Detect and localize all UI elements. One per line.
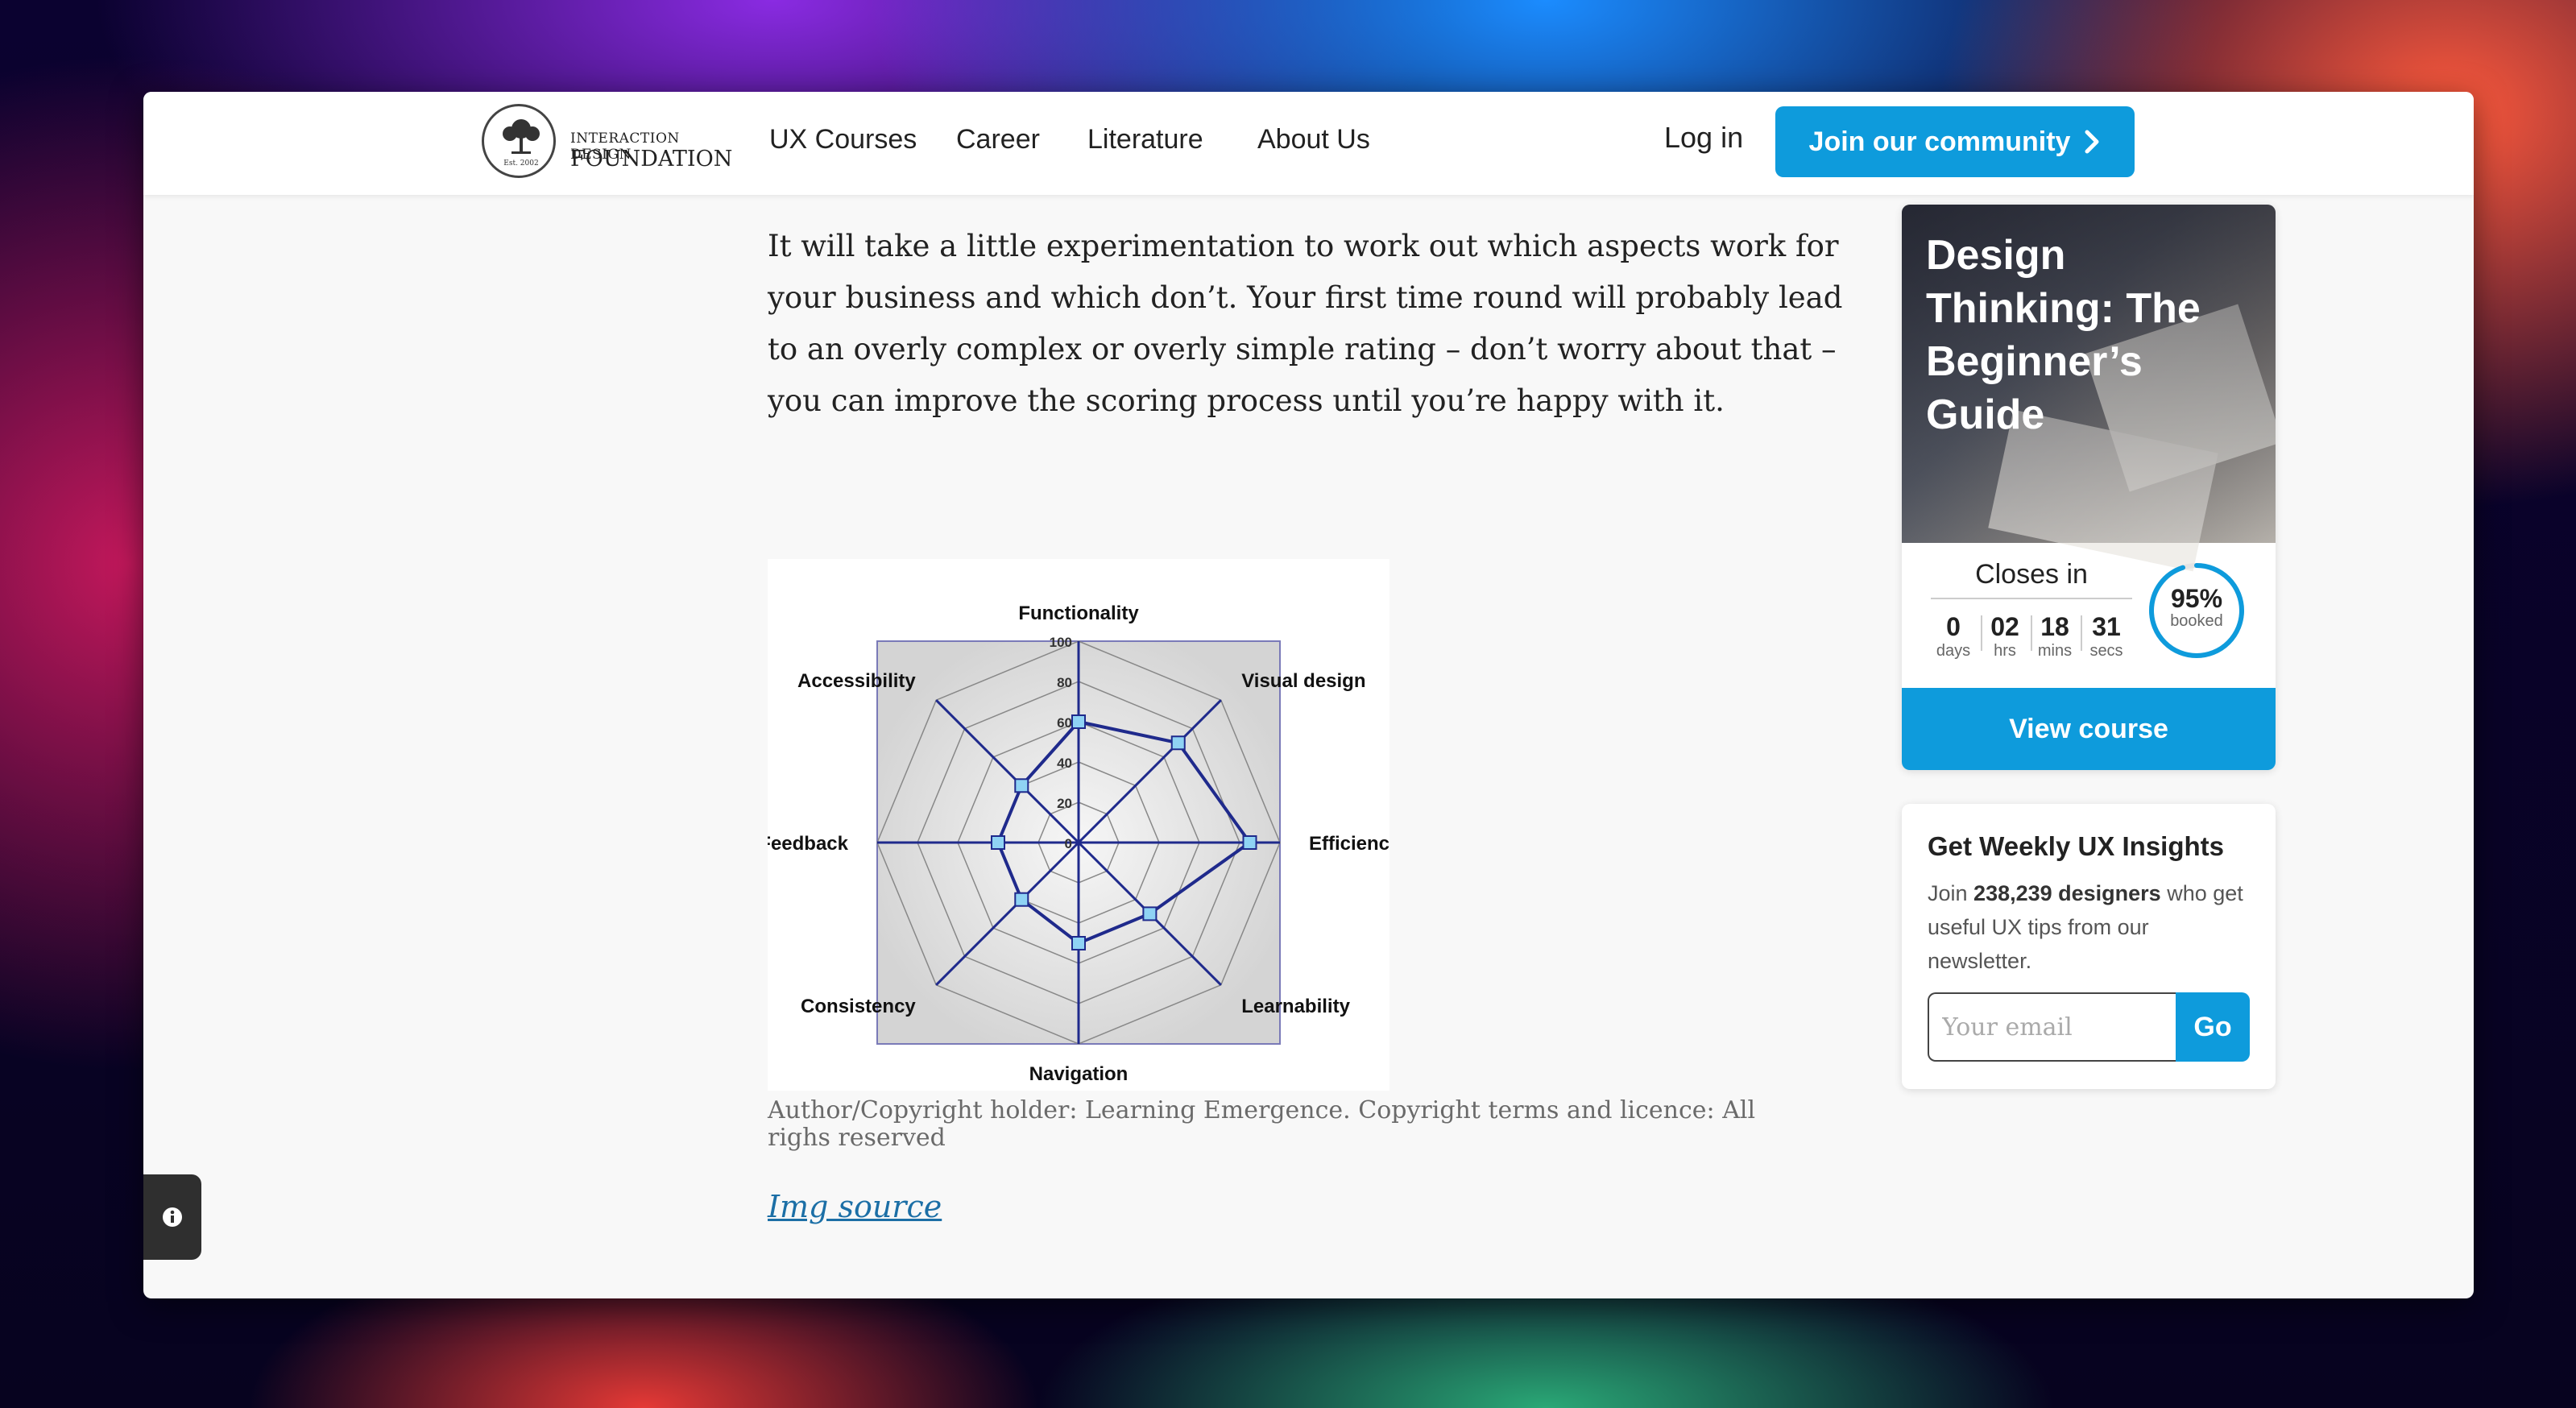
countdown-mins: 18 mins (2031, 612, 2079, 661)
info-icon (163, 1207, 182, 1227)
tick-label: 100 (1050, 635, 1072, 650)
tick-label: 20 (1057, 796, 1072, 811)
data-point (1242, 835, 1257, 850)
tick-label: 40 (1057, 756, 1072, 771)
logo-line2: FOUNDATION (570, 147, 733, 172)
top-nav: Est. 2002 INTERACTION DESIGN FOUNDATION … (143, 92, 2474, 195)
countdown-secs-unit: secs (2089, 642, 2123, 660)
radar-chart-image: 0 20 40 60 80 100 Functionality Visual design E… (759, 559, 1401, 1091)
img-source-link[interactable]: Img source (768, 1189, 942, 1224)
countdown-secs: 31 secs (2082, 612, 2131, 661)
category-label: Efficiency (1309, 833, 1389, 855)
closes-divider (1931, 598, 2132, 599)
newsletter-body: Join 238,239 designers who get useful UX… (1928, 876, 2258, 978)
data-point (1170, 735, 1186, 751)
newsletter-subscriber-count: 238,239 designers (1973, 881, 2161, 905)
category-label: Functionality (1018, 603, 1139, 624)
nav-link-literature[interactable]: Literature (1087, 124, 1203, 155)
tick-label: 0 (1065, 836, 1072, 851)
countdown-mins-unit: mins (2037, 642, 2073, 660)
category-label: Visual design (1241, 670, 1365, 692)
info-button[interactable] (143, 1174, 201, 1260)
newsletter-title: Get Weekly UX Insights (1928, 831, 2224, 861)
countdown-mins-value: 18 (2040, 612, 2069, 641)
radar-chart: 0 20 40 60 80 100 Functionality Visual design E… (759, 603, 1401, 1085)
chevron-right-icon (2085, 130, 2099, 154)
login-link[interactable]: Log in (1664, 121, 1743, 155)
view-course-button[interactable]: View course (1902, 688, 2276, 770)
article-paragraph: It will take a little experimentation to… (768, 229, 1843, 418)
site-logo[interactable]: Est. 2002 INTERACTION DESIGN FOUNDATION (482, 101, 733, 185)
countdown-days-value: 0 (1946, 612, 1961, 641)
email-field[interactable] (1928, 992, 2176, 1062)
data-point (1014, 778, 1029, 793)
join-community-button[interactable]: Join our community (1775, 106, 2135, 177)
newsletter-body-prefix: Join (1928, 881, 1974, 905)
tick-label: 80 (1057, 675, 1072, 690)
countdown-hours-unit: hrs (1994, 642, 2016, 660)
countdown-hours: 02 hrs (1981, 612, 2029, 661)
countdown-hours-value: 02 (1990, 612, 2019, 641)
data-point (1014, 892, 1029, 907)
booked-label: booked (2170, 612, 2223, 630)
category-label: Learnability (1241, 996, 1350, 1017)
tree-icon (503, 119, 540, 154)
data-point (1142, 906, 1158, 921)
browser-window: Est. 2002 INTERACTION DESIGN FOUNDATION … (143, 92, 2474, 1298)
nav-link-ux-courses[interactable]: UX Courses (769, 124, 917, 155)
join-community-label: Join our community (1808, 126, 2071, 157)
course-hero-image: Design Thinking: The Beginner’s Guide (1902, 205, 2276, 572)
image-caption: Author/Copyright holder: Learning Emerge… (768, 1096, 1756, 1152)
nav-link-career[interactable]: Career (956, 124, 1040, 155)
countdown-days: 0 days (1929, 612, 1978, 661)
countdown-days-unit: days (1936, 642, 1971, 660)
countdown-secs-value: 31 (2092, 612, 2121, 641)
go-button[interactable]: Go (2176, 992, 2250, 1062)
newsletter-card: Get Weekly UX Insights Join 238,239 desi… (1902, 804, 2276, 1089)
tick-label: 60 (1057, 715, 1072, 731)
booked-percent: 95% (2170, 584, 2223, 613)
course-title[interactable]: Design Thinking: The Beginner’s Guide (1926, 229, 2264, 441)
logo-est: Est. 2002 (503, 159, 539, 168)
course-card: Design Thinking: The Beginner’s Guide Cl… (1902, 205, 2276, 770)
logo-seal: Est. 2002 (482, 104, 556, 178)
category-label: Feedback (768, 833, 849, 855)
nav-link-about-us[interactable]: About Us (1257, 124, 1370, 155)
closes-in-label: Closes in (1975, 559, 2088, 590)
data-point (1071, 936, 1086, 950)
category-label: Accessibility (797, 670, 916, 692)
data-point (1071, 714, 1086, 729)
booked-readout: 95% booked (2147, 585, 2247, 630)
category-label: Consistency (801, 996, 916, 1017)
category-label: Navigation (1029, 1063, 1129, 1085)
data-point (991, 835, 1005, 850)
